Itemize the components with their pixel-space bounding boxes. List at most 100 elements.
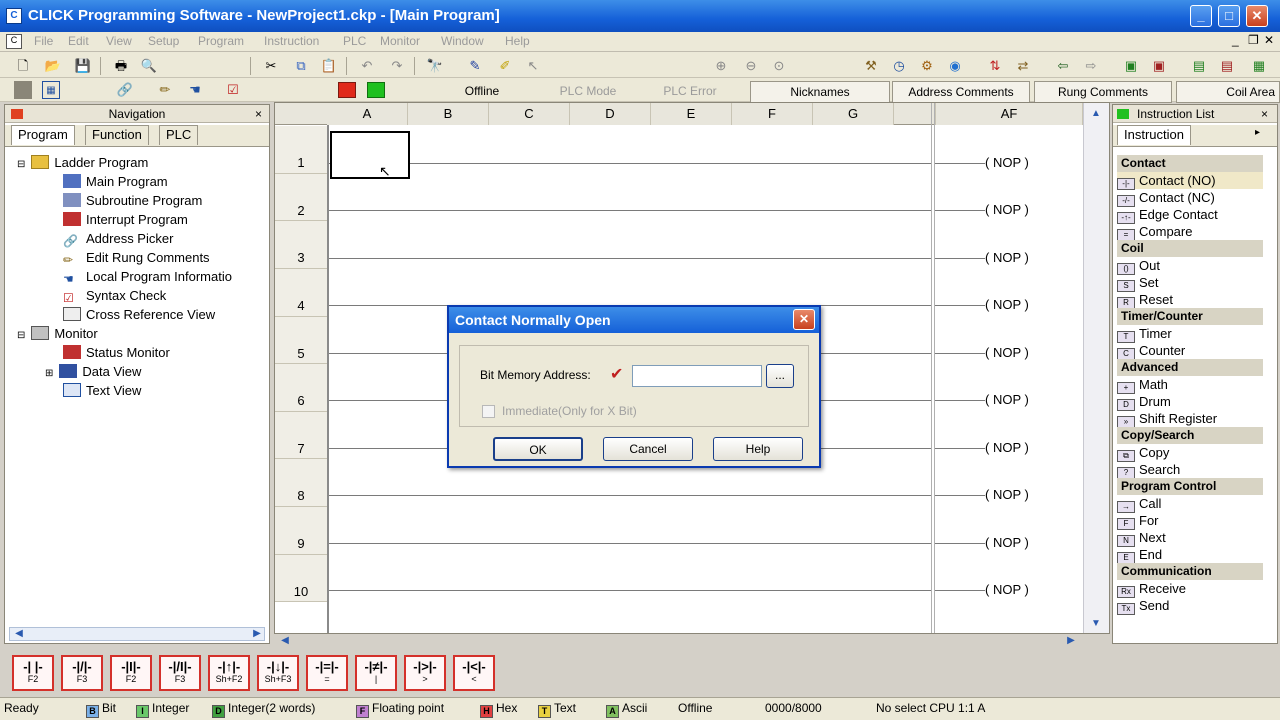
tree-monitor[interactable]: ⊟ Monitor — [17, 324, 98, 343]
row-number[interactable]: 6 — [275, 364, 327, 412]
palette-contact-no-2[interactable]: -|I|- F2 — [110, 655, 152, 691]
instruction-contact-no[interactable]: -|- Contact (NO) — [1117, 172, 1263, 190]
new-icon[interactable]: 🗋 — [14, 57, 32, 75]
instruction-send[interactable]: Tx Send — [1117, 597, 1263, 615]
copy-icon[interactable]: ⧉ — [292, 57, 310, 75]
tab-scroll-icon[interactable]: ▸ — [1255, 127, 1260, 138]
menu-setup[interactable]: Setup — [148, 34, 179, 48]
undo-icon[interactable]: ↶ — [358, 57, 376, 75]
nop-coil[interactable]: ( NOP ) — [985, 582, 1029, 597]
palette-edge-down[interactable]: -|↓|- Sh+F3 — [257, 655, 299, 691]
instruction-next[interactable]: N Next — [1117, 529, 1263, 547]
scroll-right-icon[interactable]: ▶ — [250, 627, 264, 641]
mdi-minimize-icon[interactable]: _ — [1232, 33, 1239, 47]
tree-main-program[interactable]: Main Program — [63, 172, 168, 191]
row-number[interactable]: 5 — [275, 317, 327, 364]
scroll-left-icon[interactable]: ◀ — [12, 627, 26, 641]
clock-icon[interactable]: ◷ — [890, 57, 908, 75]
wrench-icon[interactable]: ⚙ — [918, 57, 936, 75]
row-number[interactable]: 1 — [275, 126, 327, 174]
find-icon[interactable]: 🔭 — [426, 57, 444, 75]
address-input[interactable] — [632, 365, 762, 387]
instruction-shift-register[interactable]: » Shift Register — [1117, 410, 1263, 428]
instruction-call[interactable]: → Call — [1117, 495, 1263, 513]
check-icon[interactable]: ☑ — [224, 81, 242, 99]
mdi-restore-icon[interactable]: ❐ — [1248, 33, 1259, 47]
row-number[interactable]: 2 — [275, 174, 327, 221]
nop-coil[interactable]: ( NOP ) — [985, 392, 1029, 407]
menu-help[interactable]: Help — [505, 34, 530, 48]
tab-program[interactable]: Program — [11, 125, 75, 145]
palette-contact-nc[interactable]: -|/|- F3 — [61, 655, 103, 691]
tree-subroutine-program[interactable]: Subroutine Program — [63, 191, 202, 210]
menu-view[interactable]: View — [106, 34, 132, 48]
zoom-out-icon[interactable]: ⊖ — [742, 57, 760, 75]
nav-horizontal-scrollbar[interactable]: ◀ ▶ — [9, 627, 265, 641]
row-number[interactable]: 3 — [275, 221, 327, 269]
dialog-close-button[interactable]: ✕ — [793, 309, 815, 330]
tree-text-view[interactable]: Text View — [63, 381, 141, 400]
hand-icon[interactable]: ☚ — [186, 81, 204, 99]
ladder-vertical-scrollbar[interactable]: ▲ ▼ — [1083, 103, 1109, 633]
palette-compare-greater[interactable]: -|>|- > — [404, 655, 446, 691]
marker-icon[interactable]: ✐ — [496, 57, 514, 75]
print-preview-icon[interactable]: 🔍 — [140, 57, 158, 75]
scroll-down-icon[interactable]: ▼ — [1089, 617, 1103, 631]
row-number[interactable]: 4 — [275, 269, 327, 317]
row-number[interactable]: 7 — [275, 412, 327, 459]
nicknames-toggle[interactable]: Nicknames — [750, 81, 890, 103]
edit-icon[interactable]: ✏ — [156, 81, 174, 99]
zoom-fit-icon[interactable]: ⊙ — [770, 57, 788, 75]
scroll-up-icon[interactable]: ▲ — [1089, 107, 1103, 121]
compare-icon[interactable]: ⇄ — [1014, 57, 1032, 75]
instruction-for[interactable]: F For — [1117, 512, 1263, 530]
palette-compare-not-equal[interactable]: -|≠|- | — [355, 655, 397, 691]
close-button[interactable]: ✕ — [1246, 5, 1268, 27]
instruction-search[interactable]: ? Search — [1117, 461, 1263, 479]
redo-icon[interactable]: ↷ — [388, 57, 406, 75]
ok-button[interactable]: OK — [493, 437, 583, 461]
palette-compare-equal[interactable]: -|=|- = — [306, 655, 348, 691]
pen-icon[interactable]: ✎ — [466, 57, 484, 75]
maximize-button[interactable]: □ — [1218, 5, 1240, 27]
palette-contact-nc-2[interactable]: -|/I|- F3 — [159, 655, 201, 691]
disc-icon[interactable]: ◉ — [946, 57, 964, 75]
menu-instruction[interactable]: Instruction — [264, 34, 319, 48]
run-icon[interactable] — [367, 82, 385, 98]
read-plc-icon[interactable]: ⇦ — [1054, 57, 1072, 75]
ladder-scroll-right-icon[interactable]: ▶ — [1064, 634, 1078, 648]
minimize-button[interactable]: _ — [1190, 5, 1212, 27]
cut-icon[interactable]: ✂ — [262, 57, 280, 75]
ladder-scroll-left-icon[interactable]: ◀ — [278, 634, 292, 648]
row-number[interactable]: 10 — [275, 555, 327, 602]
nop-coil[interactable]: ( NOP ) — [985, 345, 1029, 360]
tree-data-view[interactable]: ⊞ Data View — [45, 362, 141, 381]
instruction-copy[interactable]: ⧉ Copy — [1117, 444, 1263, 462]
nop-coil[interactable]: ( NOP ) — [985, 155, 1029, 170]
tree-ladder-program[interactable]: ⊟ Ladder Program — [17, 153, 148, 172]
tree-cross-reference[interactable]: Cross Reference View — [63, 305, 215, 324]
table-icon[interactable]: ▦ — [42, 81, 60, 99]
browse-button[interactable]: ... — [766, 364, 794, 388]
print-icon[interactable]: 🖶 — [112, 57, 130, 75]
coil-area-toggle[interactable]: Coil Area — [1176, 81, 1280, 103]
row-number[interactable]: 8 — [275, 459, 327, 507]
instruction-set[interactable]: S Set — [1117, 274, 1263, 292]
nop-coil[interactable]: ( NOP ) — [985, 487, 1029, 502]
monitor-icon[interactable]: ▤ — [1190, 57, 1208, 75]
cancel-button[interactable]: Cancel — [603, 437, 693, 461]
instruction-end[interactable]: E End — [1117, 546, 1263, 564]
nop-coil[interactable]: ( NOP ) — [985, 440, 1029, 455]
instruction-receive[interactable]: Rx Receive — [1117, 580, 1263, 598]
tree-status-monitor[interactable]: Status Monitor — [63, 343, 170, 362]
layout-icon[interactable] — [14, 81, 32, 99]
cell-cursor[interactable] — [330, 131, 410, 179]
save-icon[interactable]: 💾 — [74, 57, 92, 75]
tab-instruction[interactable]: Instruction — [1117, 125, 1191, 145]
write-plc-icon[interactable]: ⇨ — [1082, 57, 1100, 75]
palette-contact-no[interactable]: -| |- F2 — [12, 655, 54, 691]
nop-coil[interactable]: ( NOP ) — [985, 202, 1029, 217]
help-button[interactable]: Help — [713, 437, 803, 461]
tree-local-program-info[interactable]: ☚ Local Program Informatio — [63, 267, 232, 286]
data-view-icon[interactable]: ▦ — [1250, 57, 1268, 75]
